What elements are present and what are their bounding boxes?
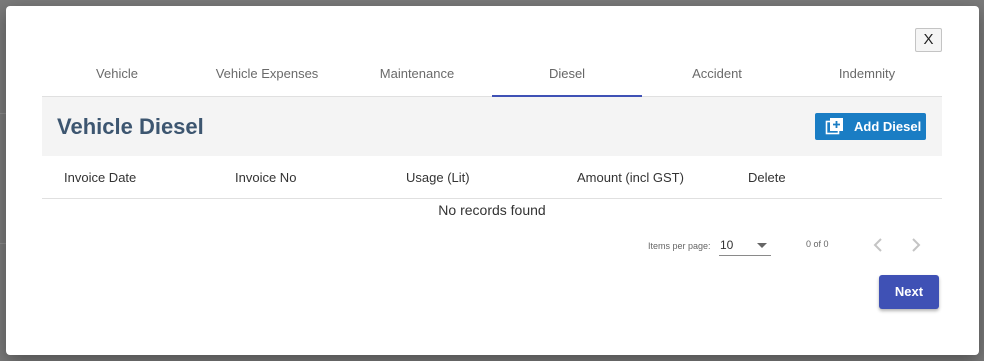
tab-diesel[interactable]: Diesel (492, 56, 642, 97)
column-delete: Delete (748, 169, 786, 185)
add-diesel-button[interactable]: Add Diesel (815, 113, 926, 140)
column-invoice-no[interactable]: Invoice No (235, 170, 296, 185)
tab-accident[interactable]: Accident (642, 56, 792, 96)
column-invoice-date[interactable]: Invoice Date (64, 170, 136, 185)
add-box-icon (825, 117, 843, 134)
items-per-page-select[interactable]: 10 (719, 236, 771, 256)
diesel-dialog: X Vehicle Vehicle Expenses Maintenance D… (6, 6, 979, 355)
tab-indemnity[interactable]: Indemnity (792, 56, 942, 96)
table-header: Invoice Date Invoice No Usage (Lit) Amou… (42, 156, 942, 199)
empty-message: No records found (438, 202, 546, 218)
tab-bar: Vehicle Vehicle Expenses Maintenance Die… (42, 56, 942, 97)
tab-vehicle-expenses[interactable]: Vehicle Expenses (192, 56, 342, 96)
items-per-page-label: Items per page: (648, 241, 711, 251)
column-amount[interactable]: Amount (incl GST) (577, 170, 684, 185)
next-button[interactable]: Next (879, 275, 939, 309)
tab-vehicle[interactable]: Vehicle (42, 56, 192, 96)
column-usage[interactable]: Usage (Lit) (406, 170, 470, 185)
page-title: Vehicle Diesel (57, 114, 204, 139)
items-per-page-value: 10 (720, 238, 734, 252)
chevron-left-icon[interactable] (867, 234, 889, 256)
close-button[interactable]: X (915, 28, 942, 52)
add-diesel-label: Add Diesel (854, 119, 922, 134)
section-header: Vehicle Diesel Add Diesel (42, 97, 942, 156)
range-label: 0 of 0 (806, 239, 829, 249)
chevron-right-icon[interactable] (905, 234, 927, 256)
dropdown-caret-icon (757, 243, 767, 248)
tab-maintenance[interactable]: Maintenance (342, 56, 492, 96)
